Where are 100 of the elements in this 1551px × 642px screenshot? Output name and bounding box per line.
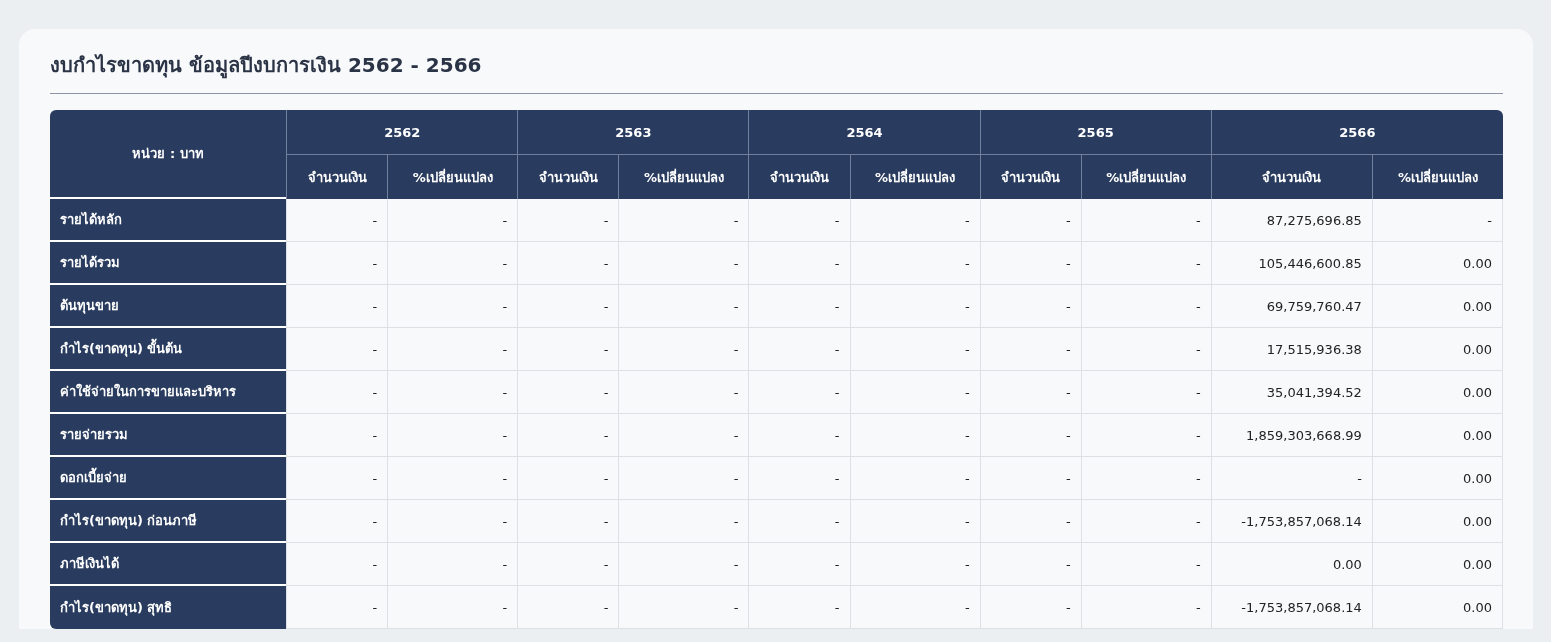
table-cell: - bbox=[849, 242, 980, 285]
table-cell: - bbox=[748, 199, 850, 242]
table-cell: - bbox=[387, 500, 518, 543]
table-cell: - bbox=[1080, 586, 1211, 629]
table-cell: - bbox=[849, 543, 980, 586]
table-cell: - bbox=[517, 500, 619, 543]
table-cell: - bbox=[1080, 199, 1211, 242]
row-label: ต้นทุนขาย bbox=[50, 285, 287, 328]
table-cell: - bbox=[387, 285, 518, 328]
table-cell: -1,753,857,068.14 bbox=[1210, 586, 1372, 629]
table-cell: - bbox=[1080, 543, 1211, 586]
table-cell: - bbox=[618, 457, 749, 500]
column-header: %เปลี่ยนแปลง bbox=[387, 155, 518, 199]
column-header: %เปลี่ยนแปลง bbox=[1080, 155, 1211, 199]
column-header: จำนวนเงิน bbox=[979, 155, 1081, 199]
table-cell: - bbox=[618, 414, 749, 457]
unit-header: หน่วย : บาท bbox=[50, 110, 287, 199]
table-cell: - bbox=[979, 500, 1081, 543]
table-cell: 0.00 bbox=[1371, 500, 1503, 543]
year-header: 2565 bbox=[979, 110, 1211, 155]
table-cell: - bbox=[1371, 199, 1503, 242]
table-cell: - bbox=[618, 328, 749, 371]
table-cell: - bbox=[849, 328, 980, 371]
table-cell: - bbox=[849, 500, 980, 543]
table-cell: - bbox=[618, 199, 749, 242]
column-header: %เปลี่ยนแปลง bbox=[849, 155, 980, 199]
column-header: %เปลี่ยนแปลง bbox=[618, 155, 749, 199]
table-cell: - bbox=[517, 328, 619, 371]
column-header: จำนวนเงิน bbox=[286, 155, 388, 199]
table-cell: - bbox=[517, 242, 619, 285]
table-cell: - bbox=[849, 285, 980, 328]
table-cell: - bbox=[748, 500, 850, 543]
table-cell: - bbox=[618, 242, 749, 285]
table-cell: - bbox=[1080, 457, 1211, 500]
table-cell: - bbox=[979, 543, 1081, 586]
table-cell: - bbox=[618, 500, 749, 543]
table-cell: - bbox=[286, 242, 388, 285]
table-cell: - bbox=[1080, 242, 1211, 285]
table-cell: - bbox=[286, 543, 388, 586]
table-cell: - bbox=[748, 457, 850, 500]
table-cell: - bbox=[618, 285, 749, 328]
table-cell: - bbox=[618, 586, 749, 629]
table-cell: - bbox=[849, 414, 980, 457]
table-cell: - bbox=[1080, 414, 1211, 457]
table-cell: - bbox=[979, 242, 1081, 285]
column-header: จำนวนเงิน bbox=[517, 155, 619, 199]
row-label: กำไร(ขาดทุน) ขั้นต้น bbox=[50, 328, 287, 371]
table-cell: - bbox=[849, 457, 980, 500]
table-cell: -1,753,857,068.14 bbox=[1210, 500, 1372, 543]
table-cell: - bbox=[1080, 328, 1211, 371]
table-cell: - bbox=[517, 371, 619, 414]
table-cell: - bbox=[849, 371, 980, 414]
table-cell: 0.00 bbox=[1371, 457, 1503, 500]
table-cell: 0.00 bbox=[1371, 285, 1503, 328]
year-header: 2563 bbox=[517, 110, 749, 155]
table-cell: - bbox=[979, 457, 1081, 500]
table-cell: - bbox=[286, 586, 388, 629]
table-cell: - bbox=[618, 371, 749, 414]
column-header: จำนวนเงิน bbox=[748, 155, 850, 199]
table-cell: - bbox=[387, 328, 518, 371]
year-header: 2562 bbox=[286, 110, 518, 155]
table-cell: - bbox=[517, 457, 619, 500]
table-cell: - bbox=[286, 457, 388, 500]
table-cell: 0.00 bbox=[1371, 414, 1503, 457]
row-label: รายได้หลัก bbox=[50, 199, 287, 242]
table-cell: - bbox=[748, 543, 850, 586]
year-header: 2564 bbox=[748, 110, 980, 155]
table-cell: - bbox=[849, 199, 980, 242]
table-cell: - bbox=[979, 414, 1081, 457]
table-cell: - bbox=[979, 285, 1081, 328]
row-label: ดอกเบี้ยจ่าย bbox=[50, 457, 287, 500]
row-label: รายจ่ายรวม bbox=[50, 414, 287, 457]
table-cell: - bbox=[517, 543, 619, 586]
table-cell: - bbox=[286, 371, 388, 414]
page-title: งบกำไรขาดทุน ข้อมูลปีงบการเงิน 2562 - 2566 bbox=[50, 49, 1503, 94]
table-cell: - bbox=[748, 328, 850, 371]
table-cell: - bbox=[517, 586, 619, 629]
table-cell: - bbox=[517, 285, 619, 328]
table-cell: - bbox=[286, 414, 388, 457]
column-header: %เปลี่ยนแปลง bbox=[1371, 155, 1503, 199]
table-cell: 0.00 bbox=[1371, 586, 1503, 629]
table-cell: - bbox=[618, 543, 749, 586]
row-label: ค่าใช้จ่ายในการขายและบริหาร bbox=[50, 371, 287, 414]
table-cell: - bbox=[387, 543, 518, 586]
column-header: จำนวนเงิน bbox=[1210, 155, 1372, 199]
table-cell: 0.00 bbox=[1210, 543, 1372, 586]
table-cell: - bbox=[979, 199, 1081, 242]
table-cell: 0.00 bbox=[1371, 328, 1503, 371]
table-cell: - bbox=[979, 371, 1081, 414]
table-cell: - bbox=[387, 199, 518, 242]
table-cell: - bbox=[1080, 371, 1211, 414]
table-cell: - bbox=[748, 586, 850, 629]
table-cell: 69,759,760.47 bbox=[1210, 285, 1372, 328]
table-cell: - bbox=[387, 457, 518, 500]
table-cell: - bbox=[387, 371, 518, 414]
table-cell: - bbox=[748, 371, 850, 414]
table-cell: - bbox=[1080, 500, 1211, 543]
row-label: ภาษีเงินได้ bbox=[50, 543, 287, 586]
table-cell: 0.00 bbox=[1371, 242, 1503, 285]
table-cell: - bbox=[286, 199, 388, 242]
